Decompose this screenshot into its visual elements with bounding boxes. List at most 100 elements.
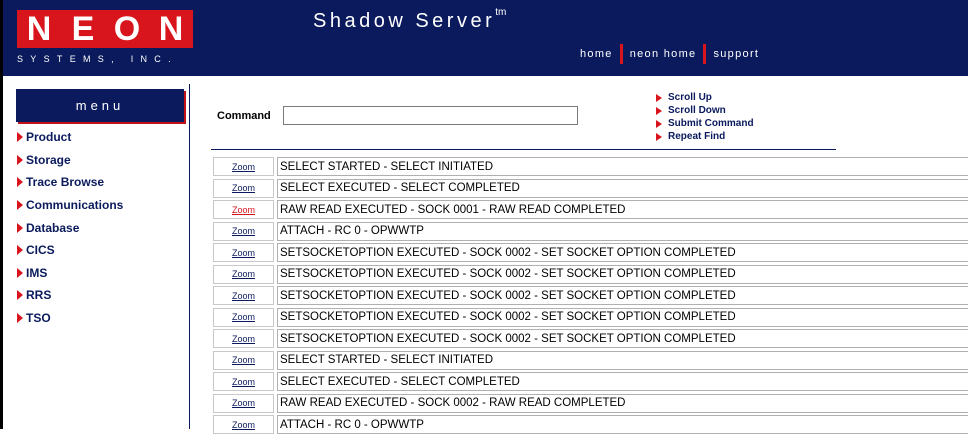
scroll-up-link[interactable]: Scroll Up (656, 91, 754, 104)
sidebar-item-tso[interactable]: TSO (16, 307, 186, 330)
trace-text: SETSOCKETOPTION EXECUTED - SOCK 0002 - S… (277, 286, 968, 305)
sidebar-item-trace-browse[interactable]: Trace Browse (16, 171, 186, 194)
sidebar-item-cics[interactable]: CICS (16, 239, 186, 262)
zoom-link[interactable]: Zoom (232, 420, 255, 430)
zoom-cell: Zoom (213, 157, 274, 176)
logo-subtitle: SYSTEMS, INC. (17, 54, 178, 64)
zoom-link[interactable]: Zoom (232, 377, 255, 387)
trace-text: ATTACH - RC 0 - OPWWTP (277, 415, 968, 434)
trace-text: SELECT EXECUTED - SELECT COMPLETED (277, 372, 968, 391)
zoom-link[interactable]: Zoom (232, 248, 255, 258)
sidebar-item-label: Storage (26, 152, 71, 167)
arrow-right-icon (17, 245, 23, 256)
logo-letters: N E O N (17, 10, 193, 48)
zoom-link[interactable]: Zoom (232, 312, 255, 322)
sidebar-item-label: Communications (26, 198, 124, 213)
repeat-find-link[interactable]: Repeat Find (656, 130, 754, 143)
nav-link-home[interactable]: home (580, 48, 613, 60)
zoom-link[interactable]: Zoom (232, 355, 255, 365)
trace-row: Zoom SELECT STARTED - SELECT INITIATED (213, 350, 968, 372)
action-label: Submit Command (668, 118, 754, 129)
trace-list: Zoom SELECT STARTED - SELECT INITIATED Zoo… (213, 156, 968, 436)
command-divider (211, 149, 836, 150)
trace-row: Zoom SETSOCKETOPTION EXECUTED - SOCK 0002… (213, 328, 968, 350)
trace-text: ATTACH - RC 0 - OPWWTP (277, 221, 968, 241)
sidebar-item-label: RRS (26, 288, 52, 303)
sidebar-item-label: Trace Browse (26, 175, 105, 190)
zoom-cell: Zoom (213, 415, 274, 434)
trace-row: Zoom SETSOCKETOPTION EXECUTED - SOCK 0002… (213, 242, 968, 264)
sidebar-item-label: IMS (26, 265, 48, 280)
zoom-cell: Zoom (213, 329, 274, 348)
zoom-cell: Zoom (213, 372, 274, 391)
action-label: Scroll Up (668, 92, 712, 103)
zoom-link[interactable]: Zoom (232, 162, 255, 172)
arrow-right-icon (656, 106, 662, 115)
zoom-cell: Zoom (213, 307, 274, 327)
submit-command-link[interactable]: Submit Command (656, 117, 754, 130)
zoom-link[interactable]: Zoom (232, 398, 255, 408)
zoom-cell: Zoom (213, 393, 274, 413)
trace-row: Zoom SELECT EXECUTED - SELECT COMPLETED (213, 371, 968, 393)
trace-row: Zoom SETSOCKETOPTION EXECUTED - SOCK 0002… (213, 307, 968, 329)
arrow-right-icon (17, 154, 23, 165)
nav-link-neon-home[interactable]: neon home (630, 48, 697, 60)
zoom-link[interactable]: Zoom (232, 226, 255, 236)
sidebar-item-label: TSO (26, 311, 51, 326)
command-label: Command (217, 110, 271, 122)
sidebar-item-database[interactable]: Database (16, 216, 186, 239)
action-label: Repeat Find (668, 131, 726, 142)
zoom-cell: Zoom (213, 264, 274, 284)
nav-link-support[interactable]: support (713, 48, 759, 60)
app-title: Shadow Servertm (313, 7, 506, 33)
logo-letter: N (17, 10, 61, 48)
arrow-right-icon (17, 290, 23, 301)
neon-logo[interactable]: N E O N SYSTEMS, INC. (17, 10, 193, 68)
zoom-link[interactable]: Zoom (232, 183, 255, 193)
sidebar-divider (189, 84, 190, 429)
trace-row: Zoom SELECT EXECUTED - SELECT COMPLETED (213, 178, 968, 200)
nav-separator (619, 44, 623, 64)
trace-text: RAW READ EXECUTED - SOCK 0001 - RAW READ… (277, 200, 968, 219)
sidebar-item-product[interactable]: Product (16, 126, 186, 149)
trace-text: SELECT EXECUTED - SELECT COMPLETED (277, 178, 968, 198)
logo-letter: O (105, 10, 149, 48)
zoom-link[interactable]: Zoom (232, 205, 255, 215)
zoom-link[interactable]: Zoom (232, 291, 255, 301)
sidebar-item-label: CICS (26, 243, 55, 258)
zoom-link[interactable]: Zoom (232, 334, 255, 344)
trace-text: SETSOCKETOPTION EXECUTED - SOCK 0002 - S… (277, 307, 968, 327)
header-bar: N E O N SYSTEMS, INC. Shadow Servertm ho… (3, 0, 968, 76)
arrow-right-icon (17, 313, 23, 324)
zoom-cell: Zoom (213, 178, 274, 198)
scroll-down-link[interactable]: Scroll Down (656, 104, 754, 117)
sidebar-menu: Product Storage Trace Browse Communicati… (16, 126, 186, 329)
zoom-link[interactable]: Zoom (232, 269, 255, 279)
arrow-right-icon (17, 177, 23, 188)
zoom-cell: Zoom (213, 221, 274, 241)
menu-heading: menu (16, 89, 184, 122)
zoom-cell: Zoom (213, 243, 274, 262)
arrow-right-icon (17, 267, 23, 278)
zoom-cell: Zoom (213, 286, 274, 305)
zoom-cell: Zoom (213, 200, 274, 219)
arrow-right-icon (656, 93, 662, 102)
trace-text: SETSOCKETOPTION EXECUTED - SOCK 0002 - S… (277, 329, 968, 348)
arrow-right-icon (656, 119, 662, 128)
logo-letter: N (149, 10, 193, 48)
arrow-right-icon (17, 200, 23, 211)
trace-text: SETSOCKETOPTION EXECUTED - SOCK 0002 - S… (277, 243, 968, 262)
sidebar-item-rrs[interactable]: RRS (16, 284, 186, 307)
nav-separator (703, 44, 707, 64)
trace-row: Zoom SETSOCKETOPTION EXECUTED - SOCK 0002… (213, 285, 968, 307)
sidebar-item-label: Product (26, 130, 72, 145)
sidebar-item-storage[interactable]: Storage (16, 149, 186, 172)
trace-row: Zoom ATTACH - RC 0 - OPWWTP (213, 221, 968, 243)
trace-text: SELECT STARTED - SELECT INITIATED (277, 350, 968, 370)
sidebar-item-communications[interactable]: Communications (16, 194, 186, 217)
action-label: Scroll Down (668, 105, 726, 116)
arrow-right-icon (656, 132, 662, 141)
sidebar-item-label: Database (26, 220, 80, 235)
command-input[interactable] (283, 106, 578, 125)
sidebar-item-ims[interactable]: IMS (16, 262, 186, 285)
